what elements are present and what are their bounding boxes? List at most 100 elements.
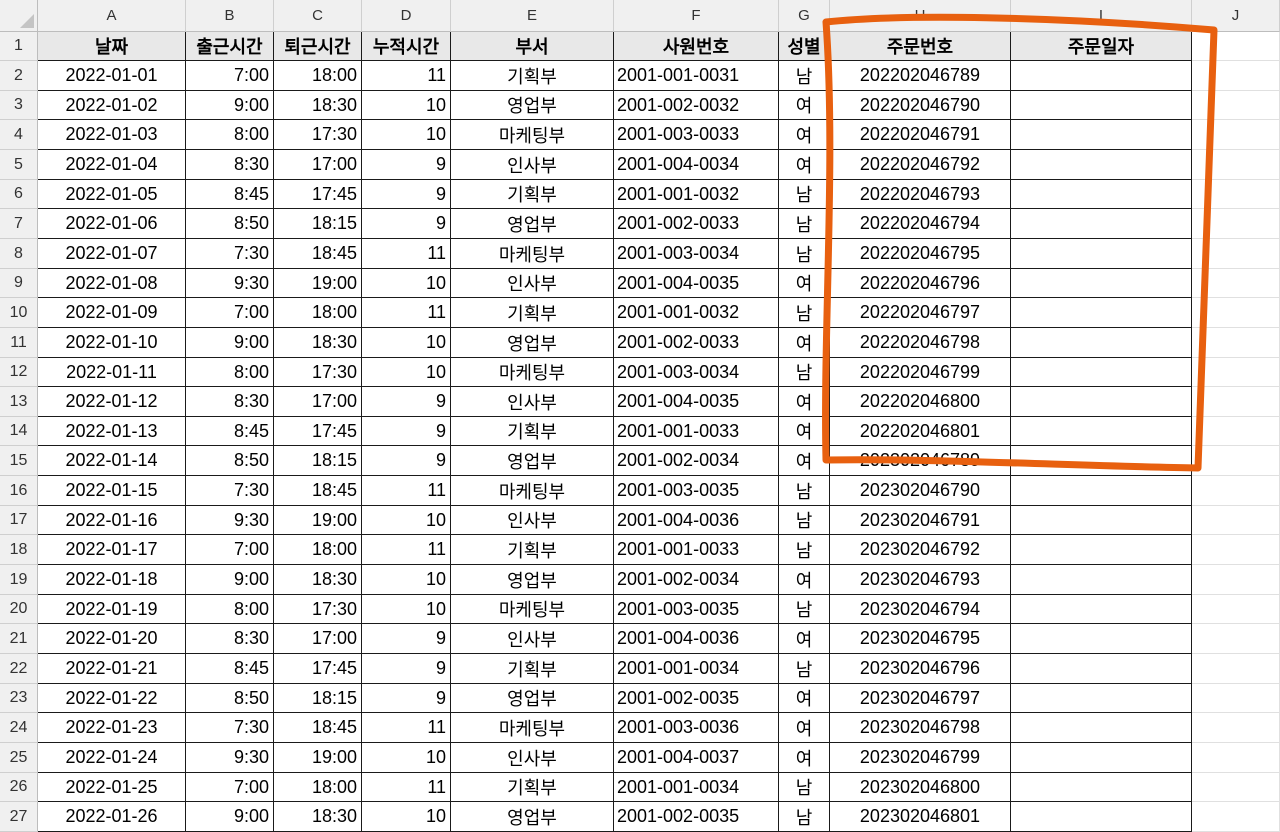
table-cell[interactable]: 남 — [779, 209, 830, 239]
table-cell[interactable]: 202302046800 — [830, 773, 1011, 802]
table-cell[interactable]: 8:30 — [186, 150, 274, 180]
table-cell[interactable]: 남 — [779, 239, 830, 269]
table-cell[interactable]: 남 — [779, 180, 830, 209]
table-cell[interactable]: 2022-01-03 — [38, 120, 186, 150]
row-header-7[interactable]: 7 — [0, 209, 38, 239]
table-cell[interactable]: 2001-002-0034 — [614, 565, 779, 595]
table-cell[interactable]: 2022-01-18 — [38, 565, 186, 595]
empty-cell-j[interactable] — [1192, 595, 1280, 624]
table-cell[interactable]: 202202046790 — [830, 91, 1011, 120]
table-cell[interactable]: 18:00 — [274, 535, 362, 565]
table-cell[interactable]: 202302046789 — [830, 446, 1011, 476]
table-cell[interactable]: 10 — [362, 91, 451, 120]
table-cell[interactable]: 영업부 — [451, 91, 614, 120]
row-header-17[interactable]: 17 — [0, 506, 38, 535]
table-cell[interactable]: 여 — [779, 624, 830, 654]
row-header-9[interactable]: 9 — [0, 269, 38, 298]
column-header-e[interactable]: E — [451, 0, 614, 32]
table-cell[interactable]: 마케팅부 — [451, 120, 614, 150]
table-cell[interactable]: 마케팅부 — [451, 476, 614, 506]
table-cell[interactable]: 18:00 — [274, 773, 362, 802]
table-cell[interactable] — [1011, 150, 1192, 180]
row-header-20[interactable]: 20 — [0, 595, 38, 624]
table-cell[interactable]: 18:00 — [274, 298, 362, 328]
table-cell[interactable] — [1011, 595, 1192, 624]
table-cell[interactable]: 2001-001-0034 — [614, 654, 779, 684]
table-cell[interactable]: 17:00 — [274, 387, 362, 417]
table-cell[interactable]: 2022-01-23 — [38, 713, 186, 743]
empty-cell-j[interactable] — [1192, 743, 1280, 773]
column-header-f[interactable]: F — [614, 0, 779, 32]
row-header-27[interactable]: 27 — [0, 802, 38, 832]
table-cell[interactable]: 202202046798 — [830, 328, 1011, 358]
table-cell[interactable]: 2001-001-0032 — [614, 180, 779, 209]
table-cell[interactable]: 2001-004-0036 — [614, 624, 779, 654]
table-cell[interactable]: 여 — [779, 120, 830, 150]
table-cell[interactable]: 2022-01-20 — [38, 624, 186, 654]
table-cell[interactable]: 남 — [779, 358, 830, 387]
table-cell[interactable]: 11 — [362, 713, 451, 743]
table-cell[interactable]: 8:00 — [186, 120, 274, 150]
table-cell[interactable]: 17:30 — [274, 120, 362, 150]
column-header-i[interactable]: I — [1011, 0, 1192, 32]
table-cell[interactable] — [1011, 387, 1192, 417]
table-cell[interactable]: 9:00 — [186, 802, 274, 832]
table-cell[interactable] — [1011, 61, 1192, 91]
table-cell[interactable] — [1011, 773, 1192, 802]
table-cell[interactable]: 202302046790 — [830, 476, 1011, 506]
table-cell[interactable]: 202202046797 — [830, 298, 1011, 328]
table-cell[interactable]: 17:45 — [274, 417, 362, 446]
column-header-d[interactable]: D — [362, 0, 451, 32]
table-cell[interactable] — [1011, 565, 1192, 595]
table-cell[interactable]: 영업부 — [451, 328, 614, 358]
table-cell[interactable] — [1011, 446, 1192, 476]
row-header-18[interactable]: 18 — [0, 535, 38, 565]
table-cell[interactable]: 18:00 — [274, 61, 362, 91]
spreadsheet-grid[interactable]: A B C D E F G H I J 1 날짜 출근시간 퇴근시간 누적시간 부서 사원번호 성별 주문번호 주문일… — [0, 0, 1280, 832]
row-header-13[interactable]: 13 — [0, 387, 38, 417]
table-cell[interactable]: 2022-01-09 — [38, 298, 186, 328]
table-cell[interactable]: 남 — [779, 802, 830, 832]
table-cell[interactable]: 2022-01-01 — [38, 61, 186, 91]
table-cell[interactable]: 영업부 — [451, 684, 614, 713]
table-cell[interactable]: 202302046793 — [830, 565, 1011, 595]
column-header-b[interactable]: B — [186, 0, 274, 32]
table-cell[interactable]: 기획부 — [451, 417, 614, 446]
header-cell-e[interactable]: 부서 — [451, 32, 614, 61]
table-cell[interactable]: 8:30 — [186, 624, 274, 654]
table-cell[interactable]: 2022-01-25 — [38, 773, 186, 802]
row-header-22[interactable]: 22 — [0, 654, 38, 684]
table-cell[interactable]: 19:00 — [274, 506, 362, 535]
table-cell[interactable]: 11 — [362, 535, 451, 565]
empty-cell-j[interactable] — [1192, 298, 1280, 328]
empty-cell-j[interactable] — [1192, 624, 1280, 654]
table-cell[interactable]: 202202046789 — [830, 61, 1011, 91]
table-cell[interactable]: 18:30 — [274, 802, 362, 832]
table-cell[interactable]: 2022-01-26 — [38, 802, 186, 832]
table-cell[interactable] — [1011, 713, 1192, 743]
table-cell[interactable]: 마케팅부 — [451, 595, 614, 624]
table-cell[interactable]: 8:50 — [186, 684, 274, 713]
table-cell[interactable]: 2001-002-0033 — [614, 209, 779, 239]
table-cell[interactable]: 남 — [779, 773, 830, 802]
table-cell[interactable] — [1011, 417, 1192, 446]
empty-cell-j[interactable] — [1192, 802, 1280, 832]
column-header-c[interactable]: C — [274, 0, 362, 32]
table-cell[interactable]: 인사부 — [451, 269, 614, 298]
table-cell[interactable]: 10 — [362, 328, 451, 358]
table-cell[interactable]: 9 — [362, 684, 451, 713]
empty-cell-j[interactable] — [1192, 239, 1280, 269]
table-cell[interactable]: 영업부 — [451, 802, 614, 832]
table-cell[interactable]: 기획부 — [451, 180, 614, 209]
table-cell[interactable]: 9 — [362, 446, 451, 476]
table-cell[interactable]: 8:00 — [186, 358, 274, 387]
header-cell-g[interactable]: 성별 — [779, 32, 830, 61]
table-cell[interactable] — [1011, 743, 1192, 773]
row-header-26[interactable]: 26 — [0, 773, 38, 802]
row-header-2[interactable]: 2 — [0, 61, 38, 91]
table-cell[interactable]: 2001-001-0033 — [614, 535, 779, 565]
table-cell[interactable] — [1011, 91, 1192, 120]
table-cell[interactable]: 7:00 — [186, 535, 274, 565]
table-cell[interactable]: 9:00 — [186, 565, 274, 595]
table-cell[interactable]: 남 — [779, 654, 830, 684]
